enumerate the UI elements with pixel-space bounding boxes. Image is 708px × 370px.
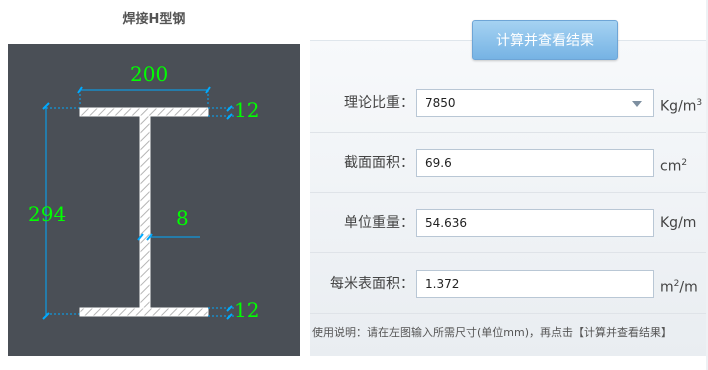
results-panel: 理论比重： Kg/m3 截面面积： cm2 单位重量： Kg/m 每米表面积： … (310, 40, 708, 356)
density-row: 理论比重： Kg/m3 (310, 73, 708, 133)
surface-area-unit: m2/m (660, 279, 698, 296)
surface-area-field[interactable] (416, 270, 654, 298)
width-input[interactable] (130, 62, 172, 86)
area-field[interactable] (416, 149, 654, 177)
surface-area-label: 每米表面积： (330, 276, 414, 292)
chevron-down-icon[interactable] (632, 101, 642, 107)
area-unit: cm2 (660, 158, 688, 175)
section-title: 焊接H型钢 (122, 12, 186, 27)
calculate-button[interactable]: 计算并查看结果 (472, 20, 618, 60)
flange-top-input[interactable] (234, 98, 266, 122)
unit-weight-row: 单位重量： Kg/m (310, 193, 708, 253)
density-label: 理论比重： (344, 95, 414, 111)
unit-weight-unit: Kg/m (660, 215, 697, 231)
web-input[interactable] (176, 206, 200, 230)
area-row: 截面面积： cm2 (310, 133, 708, 193)
density-select[interactable] (416, 89, 654, 117)
unit-weight-field[interactable] (416, 209, 654, 237)
height-input[interactable] (28, 202, 68, 226)
flange-bottom-input[interactable] (234, 298, 266, 322)
density-unit: Kg/m3 (660, 98, 703, 115)
h-beam-diagram (8, 44, 300, 356)
surface-area-row: 每米表面积： m2/m (310, 254, 708, 314)
usage-note: 使用说明：请在左图输入所需尺寸(单位mm)，再点击【计算并查看结果】 (312, 326, 673, 339)
unit-weight-label: 单位重量： (344, 215, 414, 231)
area-label: 截面面积： (344, 155, 414, 171)
